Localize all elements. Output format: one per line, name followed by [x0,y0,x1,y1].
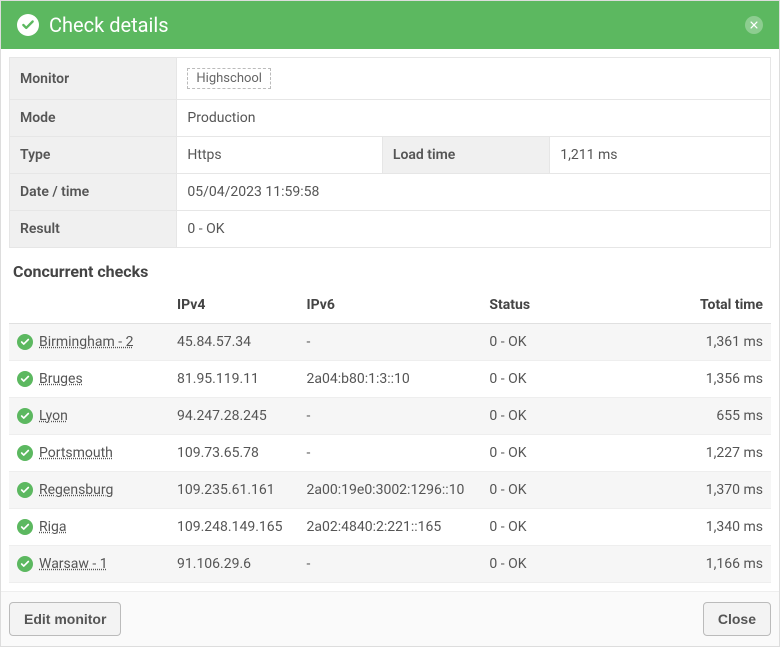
col-ipv4: IPv4 [169,287,299,324]
total-time-cell: 1,166 ms [634,546,771,583]
ipv6-cell: 2a04:b80:1:3::10 [299,361,482,398]
status-cell: 0 - OK [481,509,633,546]
location-link[interactable]: Regensburg [39,482,113,498]
close-icon[interactable] [745,16,763,34]
location-cell: Birmingham - 2 [9,324,169,361]
location-link[interactable]: Lyon [39,408,68,424]
col-status: Status [481,287,633,324]
loadtime-value: 1,211 ms [550,137,771,174]
check-icon [17,482,33,498]
ipv4-cell: 81.95.119.11 [169,361,299,398]
status-cell: 0 - OK [481,398,633,435]
modal-body: Monitor Highschool Mode Production Type … [1,49,779,591]
ipv6-cell: - [299,435,482,472]
total-time-cell: 655 ms [634,398,771,435]
result-label: Result [10,211,177,248]
check-icon [17,556,33,572]
type-label: Type [10,137,177,174]
datetime-value: 05/04/2023 11:59:58 [177,174,771,211]
mode-label: Mode [10,100,177,137]
check-icon [17,445,33,461]
status-cell: 0 - OK [481,361,633,398]
location-cell: Warsaw - 1 [9,546,169,583]
table-row: Lyon 94.247.28.245-0 - OK655 ms [9,398,771,435]
concurrent-checks-table: IPv4 IPv6 Status Total time Birmingham -… [9,287,771,583]
location-link[interactable]: Warsaw - 1 [39,556,108,572]
ipv4-cell: 109.73.65.78 [169,435,299,472]
check-icon [17,371,33,387]
total-time-cell: 1,361 ms [634,324,771,361]
table-row: Birmingham - 2 45.84.57.34-0 - OK1,361 ms [9,324,771,361]
check-details-modal: Check details Monitor Highschool Mode Pr… [0,0,780,647]
status-cell: 0 - OK [481,435,633,472]
ipv6-cell: 2a02:4840:2:221::165 [299,509,482,546]
check-icon [17,519,33,535]
datetime-label: Date / time [10,174,177,211]
concurrent-checks-title: Concurrent checks [9,248,771,287]
check-icon [17,334,33,350]
col-total-time: Total time [634,287,771,324]
ipv6-cell: - [299,546,482,583]
mode-value: Production [177,100,771,137]
total-time-cell: 1,356 ms [634,361,771,398]
ipv6-cell: 2a00:19e0:3002:1296::10 [299,472,482,509]
location-link[interactable]: Riga [39,519,67,535]
ipv4-cell: 109.248.149.165 [169,509,299,546]
table-row: Regensburg 109.235.61.1612a00:19e0:3002:1… [9,472,771,509]
total-time-cell: 1,370 ms [634,472,771,509]
status-cell: 0 - OK [481,324,633,361]
total-time-cell: 1,227 ms [634,435,771,472]
total-time-cell: 1,340 ms [634,509,771,546]
ipv4-cell: 91.106.29.6 [169,546,299,583]
close-button[interactable]: Close [703,602,771,636]
ipv4-cell: 94.247.28.245 [169,398,299,435]
location-cell: Bruges [9,361,169,398]
check-icon [17,14,39,36]
modal-title: Check details [49,13,169,37]
loadtime-label: Load time [382,137,549,174]
location-link[interactable]: Birmingham - 2 [39,334,133,350]
ipv6-cell: - [299,324,482,361]
check-icon [17,408,33,424]
col-ipv6: IPv6 [299,287,482,324]
table-row: Warsaw - 1 91.106.29.6-0 - OK1,166 ms [9,546,771,583]
details-table: Monitor Highschool Mode Production Type … [9,57,771,248]
status-cell: 0 - OK [481,472,633,509]
table-row: Portsmouth 109.73.65.78-0 - OK1,227 ms [9,435,771,472]
monitor-tag[interactable]: Highschool [187,68,271,89]
edit-monitor-button[interactable]: Edit monitor [9,602,121,636]
header-left: Check details [17,13,169,37]
location-link[interactable]: Bruges [39,371,83,387]
location-cell: Lyon [9,398,169,435]
location-cell: Portsmouth [9,435,169,472]
col-location [9,287,169,324]
table-row: Riga 109.248.149.1652a02:4840:2:221::1650… [9,509,771,546]
monitor-value: Highschool [177,58,771,100]
location-cell: Riga [9,509,169,546]
modal-header: Check details [1,1,779,49]
ipv4-cell: 45.84.57.34 [169,324,299,361]
location-link[interactable]: Portsmouth [39,445,113,461]
monitor-label: Monitor [10,58,177,100]
status-cell: 0 - OK [481,546,633,583]
ipv6-cell: - [299,398,482,435]
location-cell: Regensburg [9,472,169,509]
result-value: 0 - OK [177,211,771,248]
ipv4-cell: 109.235.61.161 [169,472,299,509]
table-row: Bruges 81.95.119.112a04:b80:1:3::100 - OK… [9,361,771,398]
type-value: Https [177,137,382,174]
modal-footer: Edit monitor Close [1,591,779,646]
